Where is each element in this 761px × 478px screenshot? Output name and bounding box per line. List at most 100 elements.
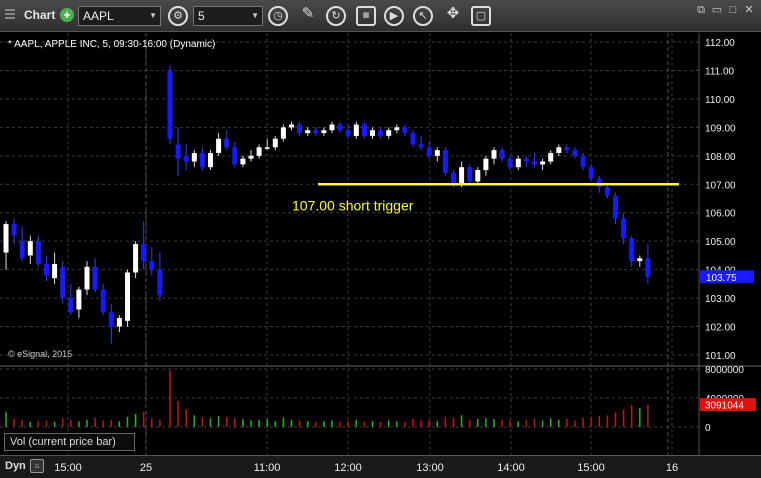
price-chart[interactable]: * AAPL, APPLE INC, 5, 09:30-16:00 (Dynam… (0, 33, 761, 455)
add-symbol-icon[interactable]: + (60, 8, 74, 22)
time-tick-label: 14:00 (497, 462, 525, 474)
candle-body (337, 124, 343, 131)
current-price-value: 103.75 (706, 273, 737, 284)
candle-body (345, 130, 351, 136)
candle-body (629, 238, 635, 262)
time-tick-label: 16 (666, 462, 678, 474)
restore-icon[interactable]: ⧉ (693, 4, 709, 17)
candle-body (361, 124, 367, 136)
close-icon[interactable]: ✕ (741, 3, 757, 16)
interval-value: 5 (198, 9, 205, 23)
candle-body (84, 266, 90, 290)
candle-body (434, 150, 440, 156)
comment-icon[interactable]: ▢ (471, 6, 491, 26)
chevron-down-icon[interactable]: ▼ (149, 7, 157, 25)
price-tick-label: 105.00 (705, 237, 736, 248)
candle-body (305, 130, 311, 134)
candle-body (532, 161, 537, 165)
chart-toolbar: Chart + AAPL ▼ ⚙ 5 ▼ ◷ ✎ ↻ ▦ ▶ ↖ ✥ ▢ ⧉ ▭ □… (0, 0, 761, 32)
clock-icon[interactable]: ◷ (268, 6, 288, 26)
play-icon[interactable]: ▶ (384, 6, 404, 26)
candle-body (378, 130, 384, 136)
time-axis-bar: Dyn ⌂ 15:00 25 11:00 12:00 13:00 14:00 15:00 16 (0, 455, 761, 478)
candle-body (35, 241, 41, 264)
time-tick-label: 11:00 (254, 462, 281, 474)
candle-body (167, 70, 173, 139)
pencil-icon[interactable]: ✎ (298, 6, 318, 26)
price-tick-label: 103.00 (705, 294, 736, 305)
candle-body (116, 318, 122, 327)
candle-body (418, 144, 424, 148)
current-volume-value: 3091044 (705, 401, 744, 412)
candle-body (483, 158, 489, 171)
cursor-icon[interactable]: ↖ (413, 6, 433, 26)
candle-body (370, 130, 375, 136)
price-tick-label: 112.00 (705, 38, 735, 49)
candle-body (321, 130, 327, 134)
chart-window-title: Chart (24, 8, 56, 22)
candle-body (183, 155, 189, 162)
candle-body (289, 124, 294, 128)
candle-body (125, 272, 130, 321)
candle-body (232, 147, 238, 165)
candle-body (459, 167, 465, 185)
price-axis: 112.00 111.00 110.00 109.00 108.00 107.00 106.… (705, 38, 736, 362)
price-tick-label: 101.00 (705, 351, 736, 362)
candle-body (44, 263, 49, 276)
price-tick-label: 102.00 (705, 323, 736, 334)
candle-body (68, 298, 74, 313)
price-tick-label: 107.00 (705, 180, 736, 191)
candle-body (353, 124, 359, 136)
symbol-combo[interactable]: AAPL ▼ (78, 6, 161, 26)
candle-body (426, 147, 432, 156)
trigger-annotation: 107.00 short trigger (292, 197, 414, 213)
candle-body (108, 312, 114, 327)
window-controls: ⧉ ▭ □ ✕ (693, 3, 757, 17)
candle-body (248, 155, 254, 159)
candle-body (76, 289, 82, 310)
candle-body (157, 269, 163, 296)
maximize-icon[interactable]: □ (725, 4, 741, 16)
candle-body (27, 241, 33, 256)
link-icon[interactable]: ✥ (443, 6, 463, 26)
price-tick-label: 110.00 (705, 95, 735, 106)
symbol-value: AAPL (83, 9, 114, 23)
candle-body (621, 218, 627, 239)
refresh-icon[interactable]: ↻ (326, 6, 346, 26)
candle-body (280, 127, 286, 139)
candle-body (175, 144, 181, 159)
candle-body (637, 258, 643, 262)
candle-body (540, 161, 546, 165)
candle-body (92, 266, 98, 290)
price-tick-label: 109.00 (705, 123, 736, 134)
candle-body (313, 130, 319, 134)
interval-combo[interactable]: 5 ▼ (193, 6, 263, 26)
time-tick-label: 25 (140, 462, 152, 474)
candle-body (515, 158, 521, 168)
candle-body (410, 133, 416, 145)
volume-tick-label: 8000000 (705, 365, 744, 376)
copyright-label: © eSignal, 2015 (8, 349, 72, 359)
candle-body (199, 152, 205, 168)
candle-body (604, 187, 610, 196)
interval-gear-icon[interactable]: ⚙ (168, 6, 188, 26)
candle-body (394, 127, 400, 131)
chevron-down-icon[interactable]: ▼ (251, 7, 259, 25)
menu-grip-icon[interactable] (5, 7, 19, 23)
minimize-icon[interactable]: ▭ (709, 3, 725, 16)
volume-study-label[interactable]: Vol (current price bar) (4, 433, 135, 451)
candle-body (3, 224, 9, 253)
candle-body (208, 152, 213, 168)
candle-body (402, 127, 408, 134)
candle-body (100, 289, 106, 313)
candle-body (19, 241, 25, 259)
time-tick-label: 13:00 (416, 462, 444, 474)
candle-body (11, 224, 17, 236)
volume-bars (5, 370, 649, 427)
time-tick-label: 15:00 (577, 462, 605, 474)
quote-icon[interactable]: ▦ (356, 6, 376, 26)
candle-body (149, 261, 155, 270)
volume-tick-label: 0 (705, 423, 711, 434)
candle-body (548, 152, 554, 162)
candle-body (60, 266, 66, 299)
